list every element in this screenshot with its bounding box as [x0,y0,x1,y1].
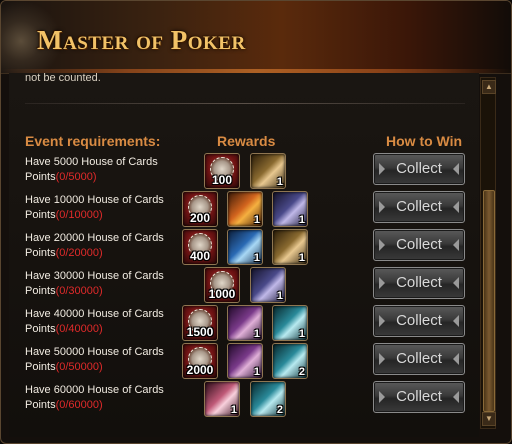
hero-card-violet-icon[interactable]: 1 [250,267,286,303]
reward-quantity: 1 [230,404,237,416]
requirement-text: Have 60000 House of Cards Points(0/60000) [25,383,185,413]
requirement-text: Have 10000 House of Cards Points(0/10000) [25,193,185,223]
poker-chip-icon[interactable]: 2000 [182,343,218,379]
collect-button-label: Collect [396,236,442,253]
scrollbar[interactable]: ▲ ▼ [480,77,496,429]
requirement-text: Have 50000 House of Cards Points(0/50000) [25,345,185,375]
hero-card-gold-icon[interactable]: 1 [272,229,308,265]
collect-button-label: Collect [396,388,442,405]
requirement-unit: Points [25,247,56,259]
reward-row: Have 20000 House of Cards Points(0/20000)… [1,229,479,267]
hero-card-teal-icon[interactable]: 2 [250,381,286,417]
scroll-thumb[interactable] [483,190,495,412]
collect-button[interactable]: Collect [373,229,465,261]
reward-quantity: 1000 [208,287,236,301]
reward-row: Have 40000 House of Cards Points(0/40000)… [1,305,479,343]
divider [25,103,465,104]
collect-button[interactable]: Collect [373,267,465,299]
rewards-header: Rewards [217,133,276,149]
hero-card-pink-icon[interactable]: 1 [204,381,240,417]
reward-quantity: 2000 [186,363,214,377]
requirement-text: Have 5000 House of Cards Points(0/5000) [25,155,185,185]
requirement-unit: Points [25,399,56,411]
reward-row: Have 50000 House of Cards Points(0/50000)… [1,343,479,381]
reward-quantity: 1 [276,290,283,302]
reward-row: Have 30000 House of Cards Points(0/30000)… [1,267,479,305]
requirement-progress: (0/5000) [55,171,97,183]
collect-button[interactable]: Collect [373,153,465,185]
reward-row: Have 60000 House of Cards Points(0/60000)… [1,381,479,419]
requirement-line: Have 40000 House of Cards [25,308,164,320]
collect-button-label: Collect [396,198,442,215]
reward-quantity: 1 [253,366,260,378]
requirement-progress: (0/40000) [55,323,103,335]
requirement-line: Have 5000 House of Cards [25,156,158,168]
scroll-up-arrow-icon[interactable]: ▲ [482,80,496,94]
collect-button[interactable]: Collect [373,381,465,413]
reward-quantity: 1 [298,252,305,264]
requirement-unit: Points [25,209,56,221]
hero-card-teal-icon[interactable]: 2 [272,343,308,379]
poker-chip-icon[interactable]: 200 [182,191,218,227]
title-bar: Master of Poker [1,1,511,74]
ice-card-icon[interactable]: 1 [227,229,263,265]
poker-chip-icon[interactable]: 1000 [204,267,240,303]
reward-quantity: 400 [189,249,211,263]
reward-quantity: 1 [298,328,305,340]
poker-chip-icon[interactable]: 1500 [182,305,218,341]
requirement-progress: (0/50000) [55,361,103,373]
requirement-line: Have 20000 House of Cards [25,232,164,244]
requirement-line: Have 60000 House of Cards [25,384,164,396]
reward-row: Have 10000 House of Cards Points(0/10000)… [1,191,479,229]
hero-card-violet-icon[interactable]: 1 [272,191,308,227]
description-text: not be counted. [25,73,101,83]
requirement-progress: (0/10000) [55,209,103,221]
reward-quantity: 2 [298,366,305,378]
reward-row: Have 5000 House of Cards Points(0/5000) 10… [1,153,479,191]
reward-quantity: 100 [211,173,233,187]
collect-button-label: Collect [396,312,442,329]
requirement-unit: Points [25,285,56,297]
collect-button[interactable]: Collect [373,305,465,337]
reward-quantity: 2 [276,404,283,416]
hero-card-purple-icon[interactable]: 1 [227,305,263,341]
reward-quantity: 1 [298,214,305,226]
reward-quantity: 1500 [186,325,214,339]
scroll-down-arrow-icon[interactable]: ▼ [482,412,496,426]
collect-button-label: Collect [396,350,442,367]
requirement-line: Have 50000 House of Cards [25,346,164,358]
requirement-unit: Points [25,171,56,183]
requirement-unit: Points [25,361,56,373]
hero-card-teal-icon[interactable]: 1 [272,305,308,341]
collect-button-label: Collect [396,160,442,177]
requirement-text: Have 40000 House of Cards Points(0/40000) [25,307,185,337]
collect-button-label: Collect [396,274,442,291]
reward-quantity: 1 [253,328,260,340]
reward-quantity: 1 [253,214,260,226]
collect-button[interactable]: Collect [373,343,465,375]
requirement-progress: (0/30000) [55,285,103,297]
requirement-progress: (0/20000) [55,247,103,259]
reward-quantity: 200 [189,211,211,225]
poker-chip-icon[interactable]: 100 [204,153,240,189]
collect-button[interactable]: Collect [373,191,465,223]
hero-card-gold-icon[interactable]: 1 [250,153,286,189]
requirement-line: Have 30000 House of Cards [25,270,164,282]
requirement-text: Have 30000 House of Cards Points(0/30000) [25,269,185,299]
requirement-text: Have 20000 House of Cards Points(0/20000) [25,231,185,261]
requirement-line: Have 10000 House of Cards [25,194,164,206]
requirements-header: Event requirements: [25,133,161,149]
window-title: Master of Poker [37,25,246,55]
fire-card-icon[interactable]: 1 [227,191,263,227]
hero-card-purple-icon[interactable]: 1 [227,343,263,379]
poker-chip-icon[interactable]: 400 [182,229,218,265]
how-to-win-header: How to Win [386,133,463,149]
reward-quantity: 1 [253,252,260,264]
event-window: Master of Poker not be counted. Event re… [0,0,512,444]
reward-quantity: 1 [276,176,283,188]
requirement-progress: (0/60000) [55,399,103,411]
requirement-unit: Points [25,323,56,335]
